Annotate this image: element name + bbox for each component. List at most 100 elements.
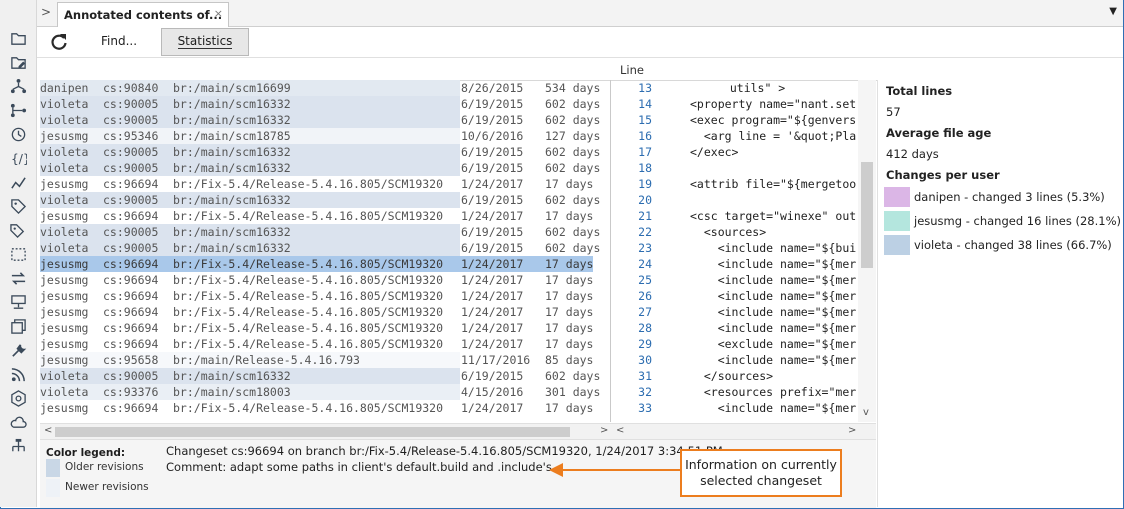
horizontal-scrollbar[interactable]: < > < > [40, 423, 876, 440]
code-view[interactable]: 13 utils" >14 <property name="nant.set 15 <… [612, 80, 858, 422]
scroll-down-icon[interactable]: v [863, 407, 869, 418]
folder-icon[interactable] [9, 29, 27, 47]
code-line[interactable]: 30 <include name="${mer [612, 352, 858, 368]
vertical-scroll-thumb[interactable] [861, 162, 873, 268]
annotation-user: violeta [40, 241, 89, 255]
code-scroll-left-icon[interactable]: < [616, 425, 624, 436]
line-number: 26 [638, 289, 652, 303]
tags-icon[interactable] [9, 221, 27, 239]
code-line[interactable]: 27 <include name="${mer [612, 304, 858, 320]
code-line[interactable]: 25 <include name="${mer [612, 272, 858, 288]
code-line[interactable]: 13 utils" > [612, 80, 858, 96]
annotation-row[interactable]: jesusmg cs:96694 br:/Fix-5.4/Release-5.4.1… [40, 320, 610, 336]
code-line[interactable]: 22 <sources> [612, 224, 858, 240]
line-number: 30 [638, 353, 652, 367]
code-line[interactable]: 19 <attrib file="${mergetoo [612, 176, 858, 192]
annotation-row[interactable]: jesusmg cs:96694 br:/Fix-5.4/Release-5.4.1… [40, 256, 610, 272]
annotation-date: 6/19/2015 [461, 241, 524, 255]
annotation-grid[interactable]: danipen cs:90840 br:/main/scm16699 8/26/201… [40, 80, 610, 422]
code-line[interactable]: 20 [612, 192, 858, 208]
code-line[interactable]: 15 <exec program="${genvers [612, 112, 858, 128]
annotation-row[interactable]: danipen cs:90840 br:/main/scm16699 8/26/201… [40, 80, 610, 96]
annotation-row[interactable]: jesusmg cs:96694 br:/Fix-5.4/Release-5.4.1… [40, 336, 610, 352]
newer-revisions-label: Newer revisions [65, 481, 149, 493]
annotation-row[interactable]: violeta cs:90005 br:/main/scm16332 6/19/201… [40, 368, 610, 384]
code-review-icon[interactable]: {/} [9, 149, 27, 167]
panel-splitter[interactable] [610, 80, 611, 422]
annotation-row[interactable]: violeta cs:90005 br:/main/scm16332 6/19/201… [40, 96, 610, 112]
chart-icon[interactable] [9, 173, 27, 191]
annotation-user: violeta [40, 113, 89, 127]
code-line[interactable]: 24 <include name="${mer [612, 256, 858, 272]
annotation-row[interactable]: jesusmg cs:96694 br:/Fix-5.4/Release-5.4.1… [40, 288, 610, 304]
code-line[interactable]: 28 <include name="${mer [612, 320, 858, 336]
annotation-age: 17 days [545, 337, 594, 351]
scroll-left-icon[interactable]: < [44, 425, 52, 436]
changeset-info: Changeset cs:96694 on branch br:/Fix-5.4… [166, 444, 723, 458]
tab-scroll-icon[interactable]: > [41, 5, 51, 19]
folder-edit-icon[interactable] [9, 53, 27, 71]
code-text: <exec program="${genvers [690, 113, 857, 127]
statistics-button[interactable]: Statistics [161, 28, 249, 56]
code-scroll-right-icon[interactable]: > [848, 425, 856, 436]
feed-icon[interactable] [9, 365, 27, 383]
annotation-branch: br:/Fix-5.4/Release-5.4.16.805/SCM19320 [173, 337, 444, 351]
history-icon[interactable] [9, 125, 27, 143]
branch-explorer-icon[interactable] [9, 77, 27, 95]
line-column-header[interactable]: Line [620, 63, 644, 77]
annotation-row[interactable]: jesusmg cs:95346 br:/main/scm18785 10/6/201… [40, 128, 610, 144]
tools-icon[interactable] [9, 341, 27, 359]
code-line[interactable]: 21 <csc target="winexe" out [612, 208, 858, 224]
line-number: 21 [638, 209, 652, 223]
annotation-row[interactable]: violeta cs:90005 br:/main/scm16332 6/19/201… [40, 224, 610, 240]
annotation-row[interactable]: jesusmg cs:96694 br:/Fix-5.4/Release-5.4.1… [40, 304, 610, 320]
annotation-row[interactable]: jesusmg cs:96694 br:/Fix-5.4/Release-5.4.1… [40, 176, 610, 192]
annotation-row[interactable]: violeta cs:90005 br:/main/scm16332 6/19/201… [40, 112, 610, 128]
workspace-icon[interactable] [9, 293, 27, 311]
pending-changes-icon[interactable] [9, 317, 27, 335]
branches-icon[interactable] [9, 101, 27, 119]
code-line[interactable]: 16 <arg line = '&quot;Pla [612, 128, 858, 144]
annotation-age: 17 days [545, 209, 594, 223]
user-changes-text: danipen - changed 3 lines (5.3%) [914, 190, 1105, 204]
sync-icon[interactable] [9, 269, 27, 287]
code-line[interactable]: 26 <include name="${mer [612, 288, 858, 304]
code-line[interactable]: 17 </exec> [612, 144, 858, 160]
annotation-row[interactable]: jesusmg cs:96694 br:/Fix-5.4/Release-5.4.1… [40, 272, 610, 288]
refresh-icon[interactable] [49, 32, 69, 52]
annotation-row[interactable]: violeta cs:90005 br:/main/scm16332 6/19/201… [40, 144, 610, 160]
code-line[interactable]: 14 <property name="nant.set [612, 96, 858, 112]
code-line[interactable]: 31 </sources> [612, 368, 858, 384]
annotation-date: 1/24/2017 [461, 401, 524, 415]
annotation-row[interactable]: violeta cs:93376 br:/main/scm18003 4/15/201… [40, 384, 610, 400]
annotation-row[interactable]: jesusmg cs:96694 br:/Fix-5.4/Release-5.4.1… [40, 400, 610, 416]
annotation-branch: br:/main/scm16332 [173, 193, 291, 207]
vertical-scrollbar[interactable]: v [858, 80, 876, 422]
scroll-right-icon[interactable]: > [600, 425, 608, 436]
annotation-branch: br:/Fix-5.4/Release-5.4.16.805/SCM19320 [173, 257, 444, 271]
cloud-icon[interactable] [9, 413, 27, 431]
code-line[interactable]: 29 <exclude name="${mer [612, 336, 858, 352]
network-icon[interactable] [9, 437, 27, 455]
annotation-row[interactable]: jesusmg cs:95658 br:/main/Release-5.4.16.7… [40, 352, 610, 368]
plastic-icon[interactable] [9, 389, 27, 407]
close-icon[interactable]: × [214, 7, 223, 20]
line-number: 22 [638, 225, 652, 239]
annotation-row[interactable]: jesusmg cs:96694 br:/Fix-5.4/Release-5.4.1… [40, 208, 610, 224]
annotation-row[interactable]: violeta cs:90005 br:/main/scm16332 6/19/201… [40, 240, 610, 256]
horizontal-scroll-thumb[interactable] [55, 427, 570, 437]
annotation-changeset: cs:96694 [103, 321, 159, 335]
find-button[interactable]: Find... [93, 33, 145, 49]
code-line[interactable]: 32 <resources prefix="mer [612, 384, 858, 400]
code-line[interactable]: 18 [612, 160, 858, 176]
tab-menu-icon[interactable]: ▼ [1109, 6, 1117, 17]
code-line[interactable]: 33 <include name="${mer [612, 400, 858, 416]
annotation-row[interactable]: violeta cs:90005 br:/main/scm16332 6/19/201… [40, 160, 610, 176]
label-icon[interactable] [9, 197, 27, 215]
annotation-row[interactable]: violeta cs:90005 br:/main/scm16332 6/19/201… [40, 192, 610, 208]
tab-annotated-contents[interactable]: Annotated contents of... × [57, 2, 229, 27]
annotation-changeset: cs:90005 [103, 161, 159, 175]
shelves-icon[interactable] [9, 245, 27, 263]
code-line[interactable]: 23 <include name="${bui [612, 240, 858, 256]
annotation-date: 6/19/2015 [461, 145, 524, 159]
